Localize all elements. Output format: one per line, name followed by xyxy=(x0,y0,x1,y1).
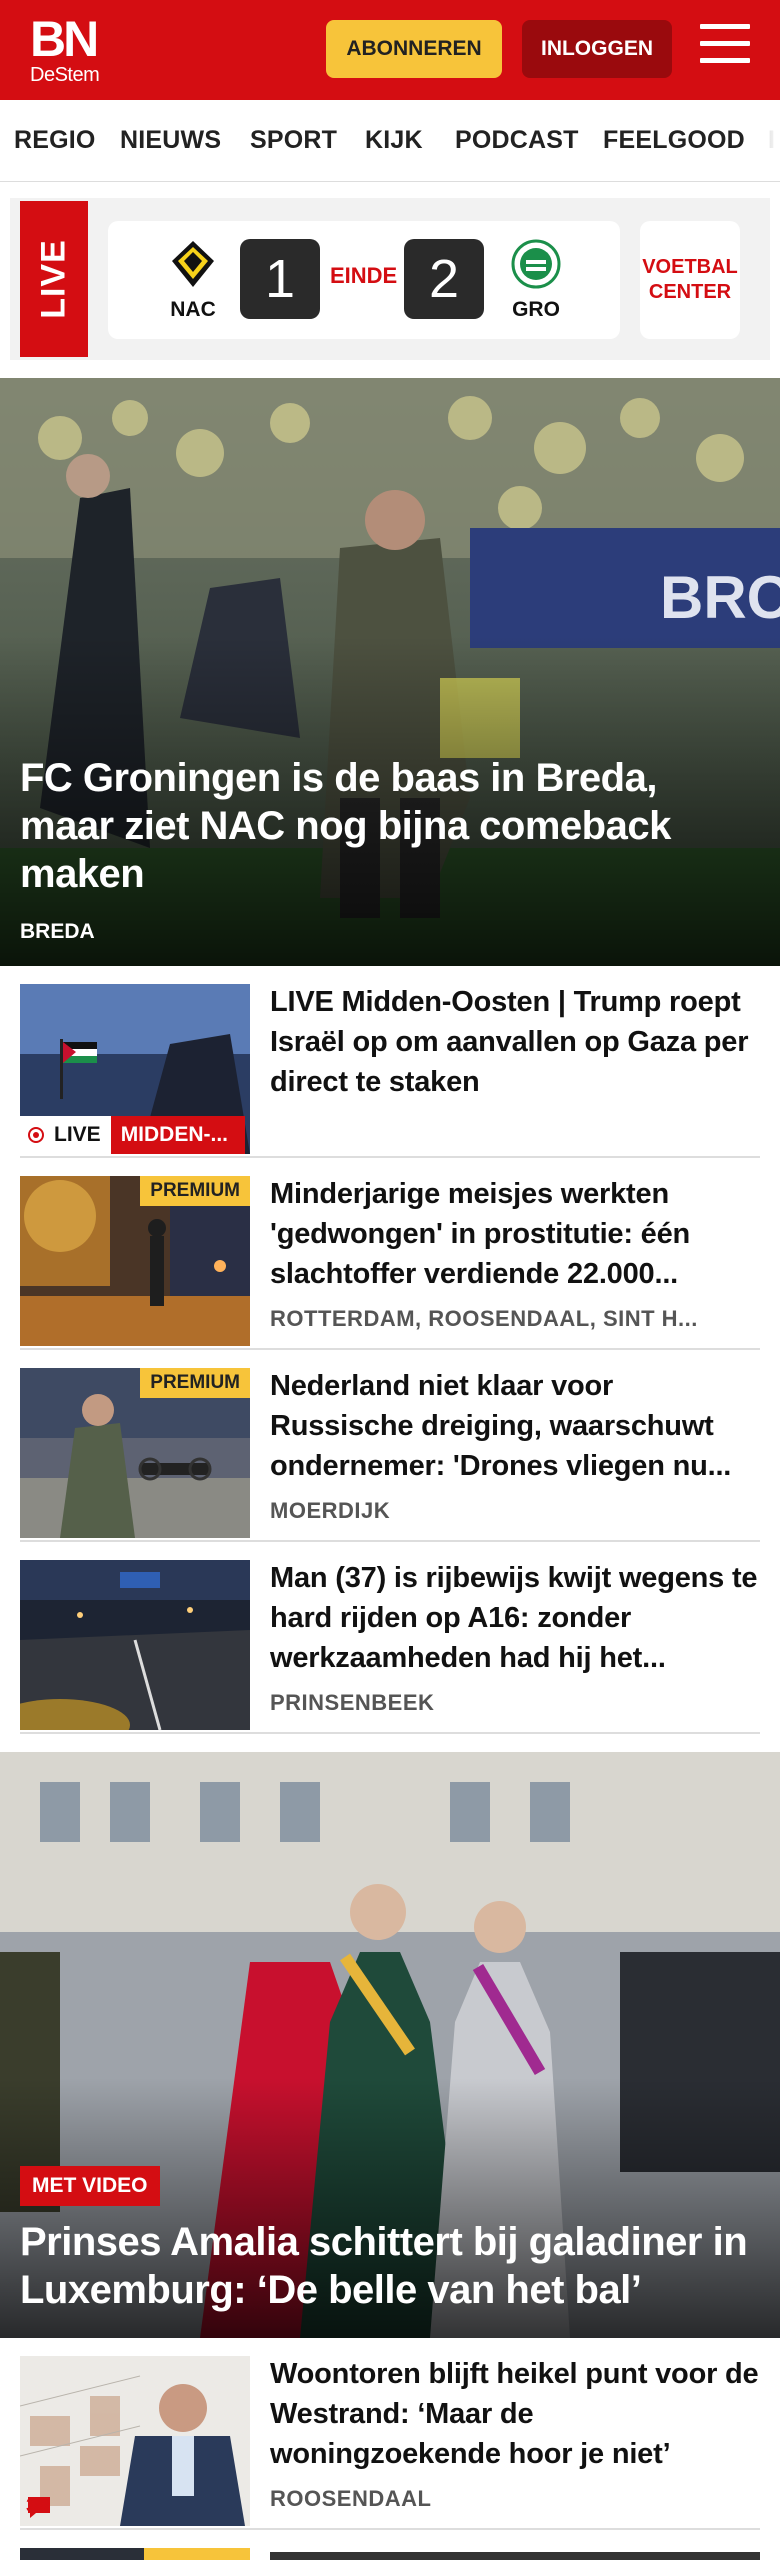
home-team-name: NAC xyxy=(170,298,216,321)
groningen-crest-icon xyxy=(511,239,561,289)
partial-article-title xyxy=(270,2552,760,2560)
hero-article[interactable]: BROED FC Groningen is de baas in Breda, … xyxy=(0,378,780,966)
list-item[interactable]: LIVE MIDDEN-... LIVE Midden-Oosten | Tru… xyxy=(20,966,760,1158)
home-score: 1 xyxy=(240,239,320,319)
login-button[interactable]: INLOGGEN xyxy=(522,20,672,78)
nav-item-nieuws[interactable]: NIEUWS xyxy=(120,126,221,155)
list-item-partial[interactable] xyxy=(20,2548,250,2560)
article-thumbnail xyxy=(20,1560,250,1730)
article-title[interactable]: Woontoren blijft heikel punt voor de Wes… xyxy=(270,2354,760,2474)
away-team: GRO xyxy=(501,239,571,322)
live-tag: LIVE xyxy=(20,201,88,357)
site-logo[interactable]: BN DeStem xyxy=(30,14,110,86)
premium-badge: PREMIUM xyxy=(140,1176,250,1206)
live-dot-icon xyxy=(28,1127,44,1143)
match-scorecard[interactable]: NAC 1 EINDE 2 GRO xyxy=(108,221,620,339)
hero-location: BREDA xyxy=(20,920,95,943)
nav-item-podcast[interactable]: PODCAST xyxy=(455,126,579,155)
feature-article[interactable]: MET VIDEO Prinses Amalia schittert bij g… xyxy=(0,1752,780,2338)
article-title[interactable]: Minderjarige meisjes werkten 'gedwongen'… xyxy=(270,1174,760,1294)
home-team: NAC xyxy=(158,239,228,322)
comment-icon xyxy=(28,2497,50,2518)
nav-item-sport[interactable]: SPORT xyxy=(250,126,337,155)
article-thumbnail: LIVE MIDDEN-... xyxy=(20,984,250,1154)
nav-item-regio[interactable]: REGIO xyxy=(14,126,96,155)
subscribe-button[interactable]: ABONNEREN xyxy=(326,20,502,78)
hamburger-icon[interactable] xyxy=(700,24,752,70)
section-nav: REGIO NIEUWS SPORT KIJK PODCAST FEELGOOD… xyxy=(0,100,780,182)
nac-crest-icon xyxy=(172,241,214,287)
list-item[interactable]: 3 Woontoren blijft heikel punt voor de W… xyxy=(20,2338,760,2530)
feature-title[interactable]: Prinses Amalia schittert bij galadiner i… xyxy=(20,2218,770,2314)
nav-item-feelgood[interactable]: FEELGOOD xyxy=(603,126,745,155)
nav-item-kijk[interactable]: KIJK xyxy=(365,126,423,155)
live-score-bar: LIVE NAC 1 EINDE 2 GRO VOETBAL CENTER xyxy=(10,198,770,360)
article-thumbnail: PREMIUM xyxy=(20,1368,250,1538)
site-header: BN DeStem ABONNEREN INLOGGEN xyxy=(0,0,780,100)
away-team-name: GRO xyxy=(512,298,560,321)
article-title[interactable]: Nederland niet klaar voor Russische drei… xyxy=(270,1366,760,1486)
article-location: ROTTERDAM, ROOSENDAAL, SINT H... xyxy=(270,1306,698,1331)
nav-fade xyxy=(750,100,780,181)
voetbal-center-button[interactable]: VOETBAL CENTER xyxy=(640,221,740,339)
article-thumbnail: 3 xyxy=(20,2356,250,2526)
list-item[interactable]: PREMIUM Nederland niet klaar voor Russis… xyxy=(20,1350,760,1542)
live-label: LIVE xyxy=(20,1116,111,1154)
match-status: EINDE xyxy=(330,263,398,288)
article-title[interactable]: Man (37) is rijbewijs kwijt wegens te ha… xyxy=(270,1558,760,1678)
logo-sub: DeStem xyxy=(30,64,100,86)
article-thumbnail: PREMIUM xyxy=(20,1176,250,1346)
live-badges: LIVE MIDDEN-... xyxy=(20,1116,245,1154)
video-badge: MET VIDEO xyxy=(20,2166,160,2206)
article-location: MOERDIJK xyxy=(270,1498,391,1523)
comment-count[interactable]: 3 xyxy=(26,2495,50,2518)
hero-title[interactable]: FC Groningen is de baas in Breda, maar z… xyxy=(20,754,740,898)
article-location: PRINSENBEEK xyxy=(270,1690,435,1715)
premium-badge xyxy=(144,2548,250,2560)
logo-main: BN xyxy=(30,11,99,67)
premium-badge: PREMIUM xyxy=(140,1368,250,1398)
article-location: ROOSENDAAL xyxy=(270,2486,432,2511)
away-score: 2 xyxy=(404,239,484,319)
topic-tag: MIDDEN-... xyxy=(110,1116,245,1154)
list-item[interactable]: Man (37) is rijbewijs kwijt wegens te ha… xyxy=(20,1542,760,1734)
list-item[interactable]: PREMIUM Minderjarige meisjes werkten 'ge… xyxy=(20,1158,760,1350)
article-title[interactable]: LIVE Midden-Oosten | Trump roept Israël … xyxy=(270,982,760,1102)
svg-text:BROED: BROED xyxy=(660,564,780,631)
